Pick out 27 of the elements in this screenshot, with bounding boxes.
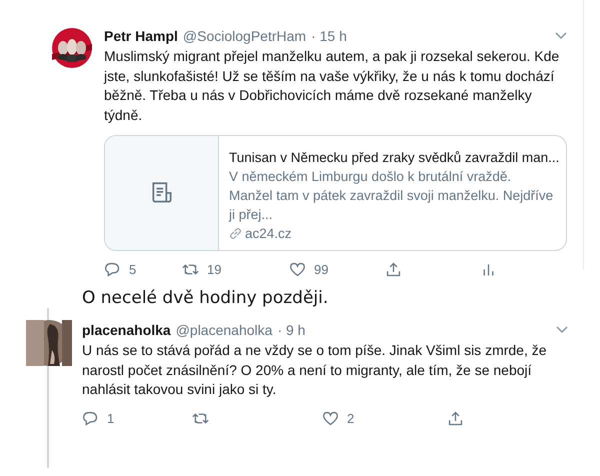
author-name[interactable]: placenaholka bbox=[82, 322, 171, 338]
action-count: 1 bbox=[107, 410, 114, 426]
tweet-time[interactable]: · 15 h bbox=[311, 28, 347, 44]
share-icon[interactable] bbox=[447, 410, 464, 426]
action-count: 19 bbox=[207, 262, 222, 277]
author-handle[interactable]: @placenaholka bbox=[176, 322, 272, 338]
link-card[interactable]: Tunisan v Německu před zraky svědků zavraždil man... V německém Limburgu došlo k brutální vraždě. Manžel tam v pátek zavraždil svoji manželku. Nejdříve ji přej... ac24.cz bbox=[104, 135, 567, 251]
action-count: 99 bbox=[314, 262, 328, 277]
card-title: Tunisan v Německu před zraky svědků zavraždil man... bbox=[229, 149, 556, 167]
reply-icon[interactable] bbox=[82, 410, 99, 426]
author-handle[interactable]: @SociologPetrHam bbox=[182, 28, 306, 44]
heart-icon[interactable] bbox=[322, 410, 339, 426]
chevron-icon[interactable] bbox=[556, 326, 568, 334]
heart-icon[interactable] bbox=[289, 261, 306, 278]
tweet-time[interactable]: · 9 h bbox=[277, 322, 306, 338]
link-icon bbox=[229, 227, 242, 240]
card-description: V německém Limburgu došlo k brutální vraždě. Manžel tam v pátek zavraždil svoji manželku. Nejdříve ji přej... bbox=[229, 168, 554, 224]
tweet-text: U nás se to stává pořád a ne vždy se o tom píše. Jinak Všiml sis zmrde, že narostl počet znásilnění? O 20% a není to migranty, ale tím, že se nebojí nahlásit takovou svini jako si ty. bbox=[82, 341, 548, 399]
chevron-icon[interactable] bbox=[555, 32, 567, 40]
reply-icon[interactable] bbox=[104, 261, 121, 278]
action-count: 2 bbox=[347, 410, 354, 426]
caption-text: O necelé dvě hodiny později. bbox=[82, 288, 330, 308]
card-domain: ac24.cz bbox=[245, 225, 292, 243]
share-icon[interactable] bbox=[385, 261, 402, 278]
author-name[interactable]: Petr Hampl bbox=[104, 28, 178, 44]
action-count: 5 bbox=[129, 262, 136, 277]
tweet-text: Muslimský migrant přejel manželku autem, a pak ji rozsekal sekerou. Kde jste, slunkofašisté! Už se těším na vaše výkřiky, že u nás k tomu dochází běžně. Třeba u nás v Dobřichovicích máme dvě rozsekané manželky týdně. bbox=[104, 47, 560, 125]
